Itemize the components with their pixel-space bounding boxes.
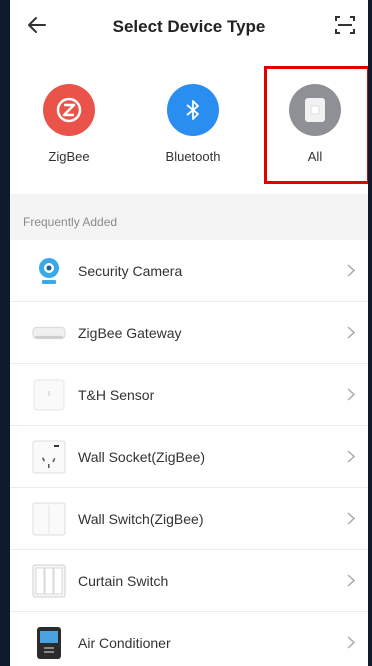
- list-item-label: Wall Socket(ZigBee): [78, 448, 206, 465]
- air-conditioner-icon: [32, 626, 66, 660]
- wall-switch-icon: [32, 502, 66, 536]
- back-button[interactable]: [24, 14, 50, 40]
- header: Select Device Type: [10, 0, 368, 54]
- list-item-label: Security Camera: [78, 262, 183, 279]
- list-item-wall-switch[interactable]: Wall Switch(ZigBee): [10, 488, 368, 550]
- list-item-label: T&H Sensor: [78, 386, 155, 403]
- chevron-right-icon: [344, 450, 358, 464]
- curtain-switch-icon: [32, 564, 66, 598]
- list-item-air-conditioner[interactable]: Air Conditioner: [10, 612, 368, 666]
- chevron-right-icon: [344, 636, 358, 650]
- security-camera-icon: [32, 254, 66, 288]
- device-type-selector: ZigBee Bluetooth All: [10, 54, 368, 194]
- zigbee-icon: [43, 84, 95, 136]
- zigbee-gateway-icon: [32, 316, 66, 350]
- list-item-label: Wall Switch(ZigBee): [78, 510, 204, 527]
- list-item-zigbee-gateway[interactable]: ZigBee Gateway: [10, 302, 368, 364]
- screen: Select Device Type ZigBee Bluetooth All …: [10, 0, 368, 666]
- chevron-right-icon: [344, 388, 358, 402]
- chevron-right-icon: [344, 264, 358, 278]
- list-item-label: Curtain Switch: [78, 572, 169, 589]
- chevron-right-icon: [344, 512, 358, 526]
- list-item-curtain-switch[interactable]: Curtain Switch: [10, 550, 368, 612]
- device-type-bluetooth[interactable]: Bluetooth: [153, 84, 233, 164]
- list-item-th-sensor[interactable]: T&H Sensor: [10, 364, 368, 426]
- arrow-left-icon: [27, 16, 47, 39]
- device-type-label: ZigBee: [48, 149, 90, 164]
- device-type-label: Bluetooth: [165, 149, 221, 164]
- wall-socket-icon: [32, 440, 66, 474]
- section-title: Frequently Added: [10, 194, 368, 240]
- device-type-zigbee[interactable]: ZigBee: [29, 84, 109, 164]
- device-frame-left: [0, 0, 10, 666]
- scan-icon: [334, 14, 356, 41]
- chevron-right-icon: [344, 574, 358, 588]
- device-list: Security Camera ZigBee Gateway T&H Senso…: [10, 240, 368, 666]
- list-item-label: ZigBee Gateway: [78, 324, 182, 341]
- list-item-security-camera[interactable]: Security Camera: [10, 240, 368, 302]
- chevron-right-icon: [344, 326, 358, 340]
- th-sensor-icon: [32, 378, 66, 412]
- selection-highlight: [264, 66, 368, 184]
- list-item-wall-socket[interactable]: Wall Socket(ZigBee): [10, 426, 368, 488]
- bluetooth-icon: [167, 84, 219, 136]
- scan-button[interactable]: [332, 14, 358, 40]
- device-frame-right: [368, 0, 372, 666]
- list-item-label: Air Conditioner: [78, 634, 171, 651]
- page-title: Select Device Type: [112, 17, 266, 36]
